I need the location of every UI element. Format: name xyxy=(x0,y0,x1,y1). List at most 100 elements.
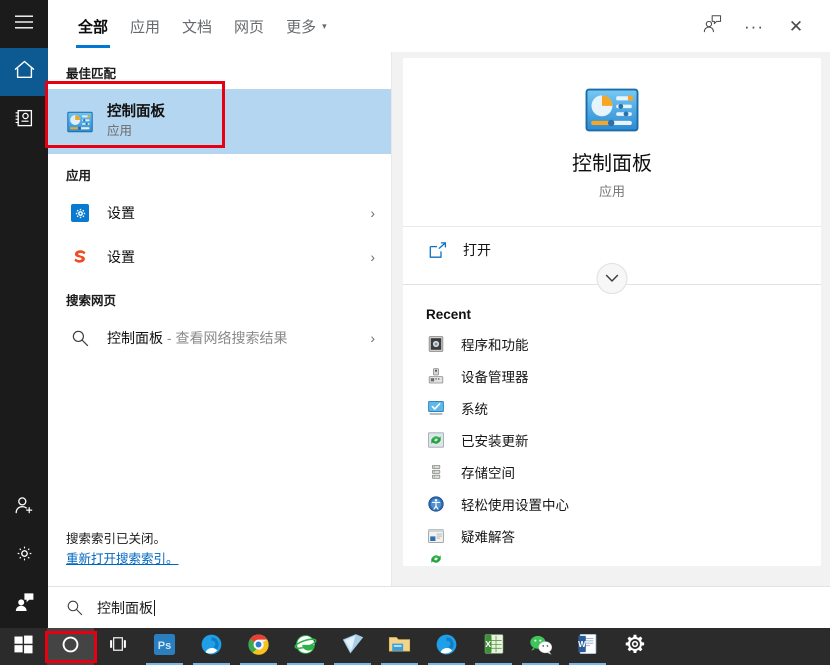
device-manager-icon xyxy=(426,366,446,386)
more-options-button[interactable]: ··· xyxy=(734,6,774,46)
excel-icon: X xyxy=(483,633,505,660)
programs-features-icon xyxy=(426,334,446,354)
close-button[interactable]: ✕ xyxy=(776,6,816,46)
qq-browser-icon xyxy=(200,633,223,661)
list-item-label: 设置 xyxy=(107,248,135,265)
tab-apps[interactable]: 应用 xyxy=(119,0,171,52)
web-search-text: 控制面板 - 查看网络搜索结果 xyxy=(107,329,287,348)
tab-apps-label: 应用 xyxy=(130,18,161,36)
chevron-right-icon[interactable]: › xyxy=(370,249,381,265)
text-caret xyxy=(154,599,155,616)
tab-web[interactable]: 网页 xyxy=(223,0,275,52)
home-icon xyxy=(14,60,35,84)
control-panel-icon xyxy=(66,108,94,136)
recent-item-storage-spaces[interactable]: 存储空间 xyxy=(403,456,821,488)
photoshop-app-button[interactable]: Ps xyxy=(141,628,188,665)
preview-subtitle: 应用 xyxy=(598,184,625,199)
tilted-window-app-button[interactable] xyxy=(329,628,376,665)
best-match-subtitle: 应用 xyxy=(107,124,133,139)
search-input-bar[interactable]: 控制面板 xyxy=(48,586,830,628)
installed-updates-icon xyxy=(426,552,446,566)
recent-item-device-manager[interactable]: 设备管理器 xyxy=(403,360,821,392)
sidebar-item-home[interactable] xyxy=(0,48,48,96)
chevron-right-icon[interactable]: › xyxy=(370,330,381,346)
internet-explorer-app-button[interactable] xyxy=(282,628,329,665)
chevron-down-icon xyxy=(605,274,619,282)
expand-divider xyxy=(403,263,821,295)
list-item-settings-windows[interactable]: 设置 › xyxy=(48,191,391,235)
rail-item-settings[interactable] xyxy=(0,532,48,580)
list-item-label: 设置 xyxy=(107,204,135,221)
excel-app-button[interactable]: X xyxy=(470,628,517,665)
recent-item-partial[interactable] xyxy=(403,552,821,566)
feedback-button[interactable] xyxy=(692,6,732,46)
rail-item-feedback[interactable] xyxy=(0,580,48,628)
wechat-icon xyxy=(529,634,553,660)
web-search-heading: 搜索网页 xyxy=(66,294,117,308)
wechat-app-button[interactable] xyxy=(517,628,564,665)
recent-item-ease-of-access[interactable]: 轻松使用设置中心 xyxy=(403,488,821,520)
tab-all-label: 全部 xyxy=(78,18,109,36)
tab-all[interactable]: 全部 xyxy=(67,0,119,52)
chevron-right-icon[interactable]: › xyxy=(370,205,381,221)
cortana-button[interactable] xyxy=(47,628,94,665)
search-input-value: 控制面板 xyxy=(97,599,153,616)
recent-item-label: 程序和功能 xyxy=(461,338,529,353)
tab-more[interactable]: 更多 ▾ xyxy=(275,0,338,52)
chevron-down-icon: ▾ xyxy=(322,20,327,31)
recent-item-installed-updates[interactable]: 已安装更新 xyxy=(403,424,821,456)
settings-sogou-text: 设置 xyxy=(107,248,135,267)
apps-heading: 应用 xyxy=(66,169,92,183)
best-match-row[interactable]: 控制面板 应用 xyxy=(48,89,391,154)
search-index-status: 搜索索引已关闭。 xyxy=(66,531,167,546)
windows-settings-icon xyxy=(66,199,94,227)
search-icon xyxy=(66,599,83,616)
expand-chevron-button[interactable] xyxy=(596,263,628,294)
task-view-icon xyxy=(108,635,128,658)
rail-item-add-account[interactable] xyxy=(0,484,48,532)
troubleshooting-icon xyxy=(426,526,446,546)
control-panel-icon xyxy=(403,87,821,133)
svg-text:X: X xyxy=(485,639,491,649)
qq-browser-app-button-2[interactable] xyxy=(423,628,470,665)
recent-item-programs-features[interactable]: 程序和功能 xyxy=(403,328,821,360)
tab-bar: 全部 应用 文档 网页 更多 ▾ xyxy=(48,0,338,52)
preview-title: 控制面板 xyxy=(572,153,652,175)
storage-spaces-icon xyxy=(426,462,446,482)
list-item-settings-sogou[interactable]: 设置 › xyxy=(48,235,391,279)
feedback-person-icon xyxy=(702,14,722,38)
tab-more-label: 更多 xyxy=(286,18,317,36)
word-app-button[interactable]: W xyxy=(564,628,611,665)
gear-icon xyxy=(14,543,35,569)
reenable-search-index-link[interactable]: 重新打开搜索索引。 xyxy=(66,549,179,570)
recent-item-system[interactable]: 系统 xyxy=(403,392,821,424)
start-button[interactable] xyxy=(0,628,47,665)
cortana-circle-icon xyxy=(61,635,80,659)
task-view-button[interactable] xyxy=(94,628,141,665)
preview-panel: 控制面板 应用 打开 Recent 程序和功能 设备管理器 系统 已安装更新 存… xyxy=(392,52,830,586)
recent-item-troubleshooting[interactable]: 疑难解答 xyxy=(403,520,821,552)
ellipsis-icon: ··· xyxy=(744,16,764,36)
close-icon: ✕ xyxy=(788,16,804,36)
search-window: 全部 应用 文档 网页 更多 ▾ ··· ✕ 最佳匹配 控制面板 应用 应用 设… xyxy=(0,0,830,665)
list-item-web-search[interactable]: 控制面板 - 查看网络搜索结果 › xyxy=(48,316,391,360)
open-action-label: 打开 xyxy=(463,242,491,258)
recent-heading: Recent xyxy=(426,307,472,322)
settings-app-button[interactable] xyxy=(611,628,658,665)
web-search-suffix: - 查看网络搜索结果 xyxy=(163,329,288,346)
internet-explorer-icon xyxy=(294,633,317,661)
best-match-text: 控制面板 应用 xyxy=(107,103,165,141)
sidebar-item-library[interactable] xyxy=(0,96,48,144)
notebook-icon xyxy=(14,108,34,133)
svg-text:Ps: Ps xyxy=(158,639,171,651)
recent-item-label: 存储空间 xyxy=(461,466,515,481)
sogou-s-icon xyxy=(66,243,94,271)
file-explorer-app-button[interactable] xyxy=(376,628,423,665)
chrome-icon xyxy=(247,633,270,661)
best-match-heading: 最佳匹配 xyxy=(66,67,117,81)
qq-browser-app-button[interactable] xyxy=(188,628,235,665)
tab-documents[interactable]: 文档 xyxy=(171,0,223,52)
chrome-app-button[interactable] xyxy=(235,628,282,665)
search-input[interactable]: 控制面板 xyxy=(97,598,155,618)
hamburger-menu-button[interactable] xyxy=(0,0,48,48)
